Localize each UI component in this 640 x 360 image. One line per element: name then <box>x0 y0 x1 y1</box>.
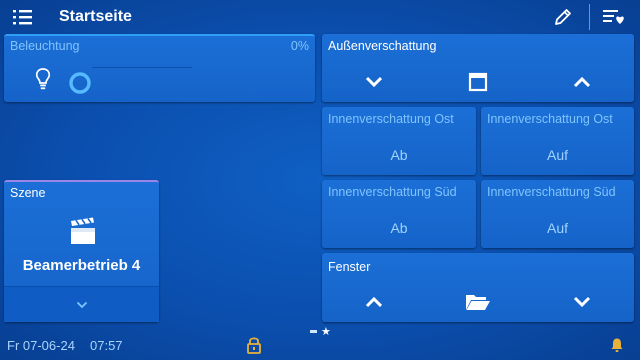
chevron-up-icon <box>573 76 591 88</box>
stop-square-icon <box>468 72 488 92</box>
page-indicator-dash[interactable] <box>310 330 317 333</box>
favorites-list-icon[interactable] <box>602 8 626 26</box>
fenster-up-button[interactable] <box>322 281 426 322</box>
innen-sued-auf-tile[interactable]: Innenverschattung Süd Auf <box>481 180 634 248</box>
padlock-icon[interactable] <box>246 336 262 354</box>
innen-sued-auf-action: Auf <box>546 220 568 236</box>
szene-name: Beamerbetrieb 4 <box>22 257 141 274</box>
beleuchtung-percent: 0% <box>290 39 309 53</box>
innen-ost-ab-tile[interactable]: Innenverschattung Ost Ab <box>322 107 476 175</box>
fenster-title: Fenster <box>328 260 371 274</box>
beleuchtung-tile[interactable]: Beleuchtung 0% <box>4 34 315 102</box>
innen-ost-auf-tile[interactable]: Innenverschattung Ost Auf <box>481 107 634 175</box>
list-menu-icon[interactable] <box>12 8 34 26</box>
innen-sued-auf-title: Innenverschattung Süd <box>487 185 616 199</box>
fenster-down-button[interactable] <box>530 281 634 322</box>
footer-date: Fr 07-06-24 <box>7 338 75 353</box>
bell-icon[interactable] <box>610 337 624 353</box>
innen-ost-ab-action: Ab <box>390 147 408 163</box>
circle-toggle-icon[interactable] <box>68 71 92 95</box>
lightbulb-icon[interactable] <box>34 67 52 91</box>
footer-bar: Fr 07-06-24 07:57 ★ <box>0 325 640 360</box>
aussen-up-button[interactable] <box>530 62 634 102</box>
szene-title: Szene <box>10 186 46 200</box>
beleuchtung-title: Beleuchtung <box>10 39 80 53</box>
footer-time: 07:57 <box>90 338 123 353</box>
clapperboard-icon <box>68 217 98 245</box>
aussenverschattung-title: Außenverschattung <box>328 39 437 53</box>
page-indicator-star[interactable]: ★ <box>321 325 331 338</box>
chevron-up-icon <box>365 296 383 307</box>
innen-ost-auf-title: Innenverschattung Ost <box>487 112 613 126</box>
aussen-stop-button[interactable] <box>426 62 530 102</box>
fenster-folder-button[interactable] <box>426 281 530 322</box>
szene-expand-button[interactable] <box>4 286 159 322</box>
innen-sued-ab-tile[interactable]: Innenverschattung Süd Ab <box>322 180 476 248</box>
innen-sued-ab-action: Ab <box>390 220 408 236</box>
szene-tile[interactable]: Szene Beamerbetrieb 4 <box>4 180 159 322</box>
header-separator <box>589 4 590 30</box>
pencil-icon[interactable] <box>553 7 573 27</box>
header-bar: Startseite <box>0 0 640 34</box>
innen-sued-ab-title: Innenverschattung Süd <box>328 185 457 199</box>
open-folder-icon <box>466 294 490 310</box>
aussen-down-button[interactable] <box>322 62 426 102</box>
fenster-tile: Fenster <box>322 253 634 322</box>
chevron-down-icon <box>573 296 591 307</box>
dimmer-slider-track[interactable] <box>92 67 192 68</box>
innen-ost-auf-action: Auf <box>546 147 568 163</box>
chevron-down-icon <box>76 301 87 308</box>
aussenverschattung-tile: Außenverschattung <box>322 34 634 102</box>
page-title: Startseite <box>59 8 132 25</box>
innen-ost-ab-title: Innenverschattung Ost <box>328 112 454 126</box>
chevron-down-icon <box>365 76 383 88</box>
